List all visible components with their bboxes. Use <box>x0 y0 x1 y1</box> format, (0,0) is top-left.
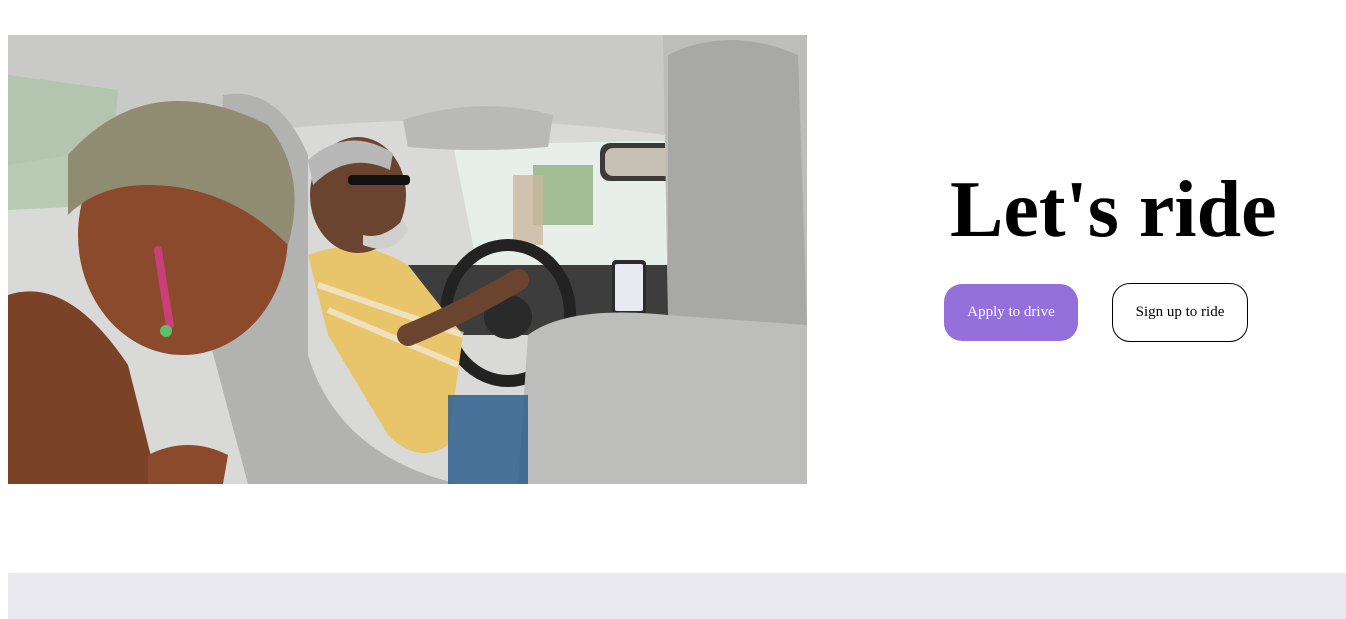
headline: Let's ride <box>950 166 1277 254</box>
page: Let's ride Apply to drive Sign up to rid… <box>0 0 1346 619</box>
hero-photo <box>8 35 807 484</box>
footer-band <box>8 573 1346 619</box>
apply-to-drive-button[interactable]: Apply to drive <box>944 284 1078 341</box>
sign-up-to-ride-button[interactable]: Sign up to ride <box>1112 283 1248 342</box>
